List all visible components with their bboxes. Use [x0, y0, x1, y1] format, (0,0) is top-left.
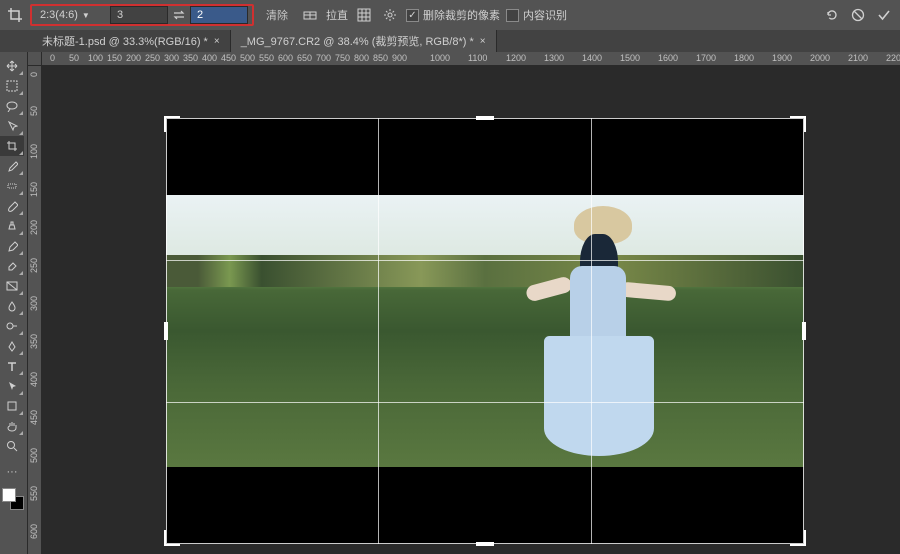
dodge-tool[interactable] [0, 316, 24, 336]
type-tool[interactable] [0, 356, 24, 376]
quick-select-tool[interactable] [0, 116, 24, 136]
hand-tool[interactable] [0, 416, 24, 436]
ruler-origin[interactable] [28, 52, 42, 66]
pen-tool[interactable] [0, 336, 24, 356]
delete-cropped-checkbox[interactable]: 删除裁剪的像素 [406, 7, 500, 23]
ruler-horizontal[interactable]: 0 50 100 150 200 250 300 350 400 450 500… [42, 52, 900, 66]
aspect-ratio-value: 2:3(4:6) [40, 9, 78, 21]
gradient-tool[interactable] [0, 276, 24, 296]
ruler-vertical[interactable]: 0 50 100 150 200 250 300 350 400 450 500… [28, 66, 42, 554]
ratio-controls-highlight: 2:3(4:6) ▼ 3 2 [30, 4, 254, 26]
edit-toolbar[interactable]: ··· [0, 462, 24, 482]
canvas-area[interactable]: 0 50 100 150 200 250 300 350 400 450 500… [28, 52, 900, 554]
crop-tool-icon [6, 6, 24, 24]
straighten-icon[interactable] [300, 5, 320, 25]
chevron-down-icon: ▼ [82, 11, 90, 20]
document-tabs: 未标题-1.psd @ 33.3%(RGB/16) * × _MG_9767.C… [0, 30, 900, 52]
crop-handle-top[interactable] [476, 116, 494, 120]
brush-tool[interactable] [0, 196, 24, 216]
crop-handle-bl[interactable] [164, 530, 180, 546]
crop-height-input[interactable]: 2 [190, 6, 248, 24]
crop-handle-bottom[interactable] [476, 542, 494, 546]
checkbox-icon [506, 9, 519, 22]
tools-panel: ··· [0, 52, 28, 554]
checkbox-icon [406, 9, 419, 22]
blur-tool[interactable] [0, 296, 24, 316]
crop-grid-line [378, 118, 379, 544]
aspect-ratio-dropdown[interactable]: 2:3(4:6) ▼ [36, 6, 106, 24]
crop-grid-line [166, 260, 804, 261]
fg-color-swatch[interactable] [2, 488, 16, 502]
tab-untitled[interactable]: 未标题-1.psd @ 33.3%(RGB/16) * × [32, 30, 231, 52]
clear-button[interactable]: 清除 [260, 7, 294, 23]
path-select-tool[interactable] [0, 376, 24, 396]
reset-icon[interactable] [822, 5, 842, 25]
crop-handle-tr[interactable] [790, 116, 806, 132]
canvas-viewport[interactable] [42, 66, 900, 554]
crop-handle-left[interactable] [164, 322, 168, 340]
crop-width-input[interactable]: 3 [110, 6, 168, 24]
crop-grid-line [166, 402, 804, 403]
image-subject [532, 206, 672, 466]
history-brush-tool[interactable] [0, 236, 24, 256]
crop-settings-icon[interactable] [380, 5, 400, 25]
crop-handle-tl[interactable] [164, 116, 180, 132]
crop-handle-right[interactable] [802, 322, 806, 340]
marquee-tool[interactable] [0, 76, 24, 96]
swap-dimensions-button[interactable] [172, 8, 186, 22]
cancel-icon[interactable] [848, 5, 868, 25]
tab-image[interactable]: _MG_9767.CR2 @ 38.4% (裁剪预览, RGB/8*) * × [231, 30, 497, 52]
eyedropper-tool[interactable] [0, 156, 24, 176]
move-tool[interactable] [0, 56, 24, 76]
shape-tool[interactable] [0, 396, 24, 416]
commit-icon[interactable] [874, 5, 894, 25]
color-swatches[interactable] [0, 486, 24, 510]
close-icon[interactable]: × [480, 36, 486, 47]
crop-tool[interactable] [0, 136, 24, 156]
content-aware-checkbox[interactable]: 内容识别 [506, 7, 567, 23]
lasso-tool[interactable] [0, 96, 24, 116]
crop-grid-line [591, 118, 592, 544]
close-icon[interactable]: × [214, 36, 220, 47]
eraser-tool[interactable] [0, 256, 24, 276]
workspace: ··· 0 50 100 150 200 250 300 350 400 450… [0, 52, 900, 554]
options-bar: 2:3(4:6) ▼ 3 2 清除 拉直 删除裁剪的像素 内容识别 [0, 0, 900, 30]
overlay-options-icon[interactable] [354, 5, 374, 25]
image-content [166, 195, 804, 467]
healing-brush-tool[interactable] [0, 176, 24, 196]
clone-stamp-tool[interactable] [0, 216, 24, 236]
crop-handle-br[interactable] [790, 530, 806, 546]
zoom-tool[interactable] [0, 436, 24, 456]
straighten-label: 拉直 [326, 7, 348, 23]
